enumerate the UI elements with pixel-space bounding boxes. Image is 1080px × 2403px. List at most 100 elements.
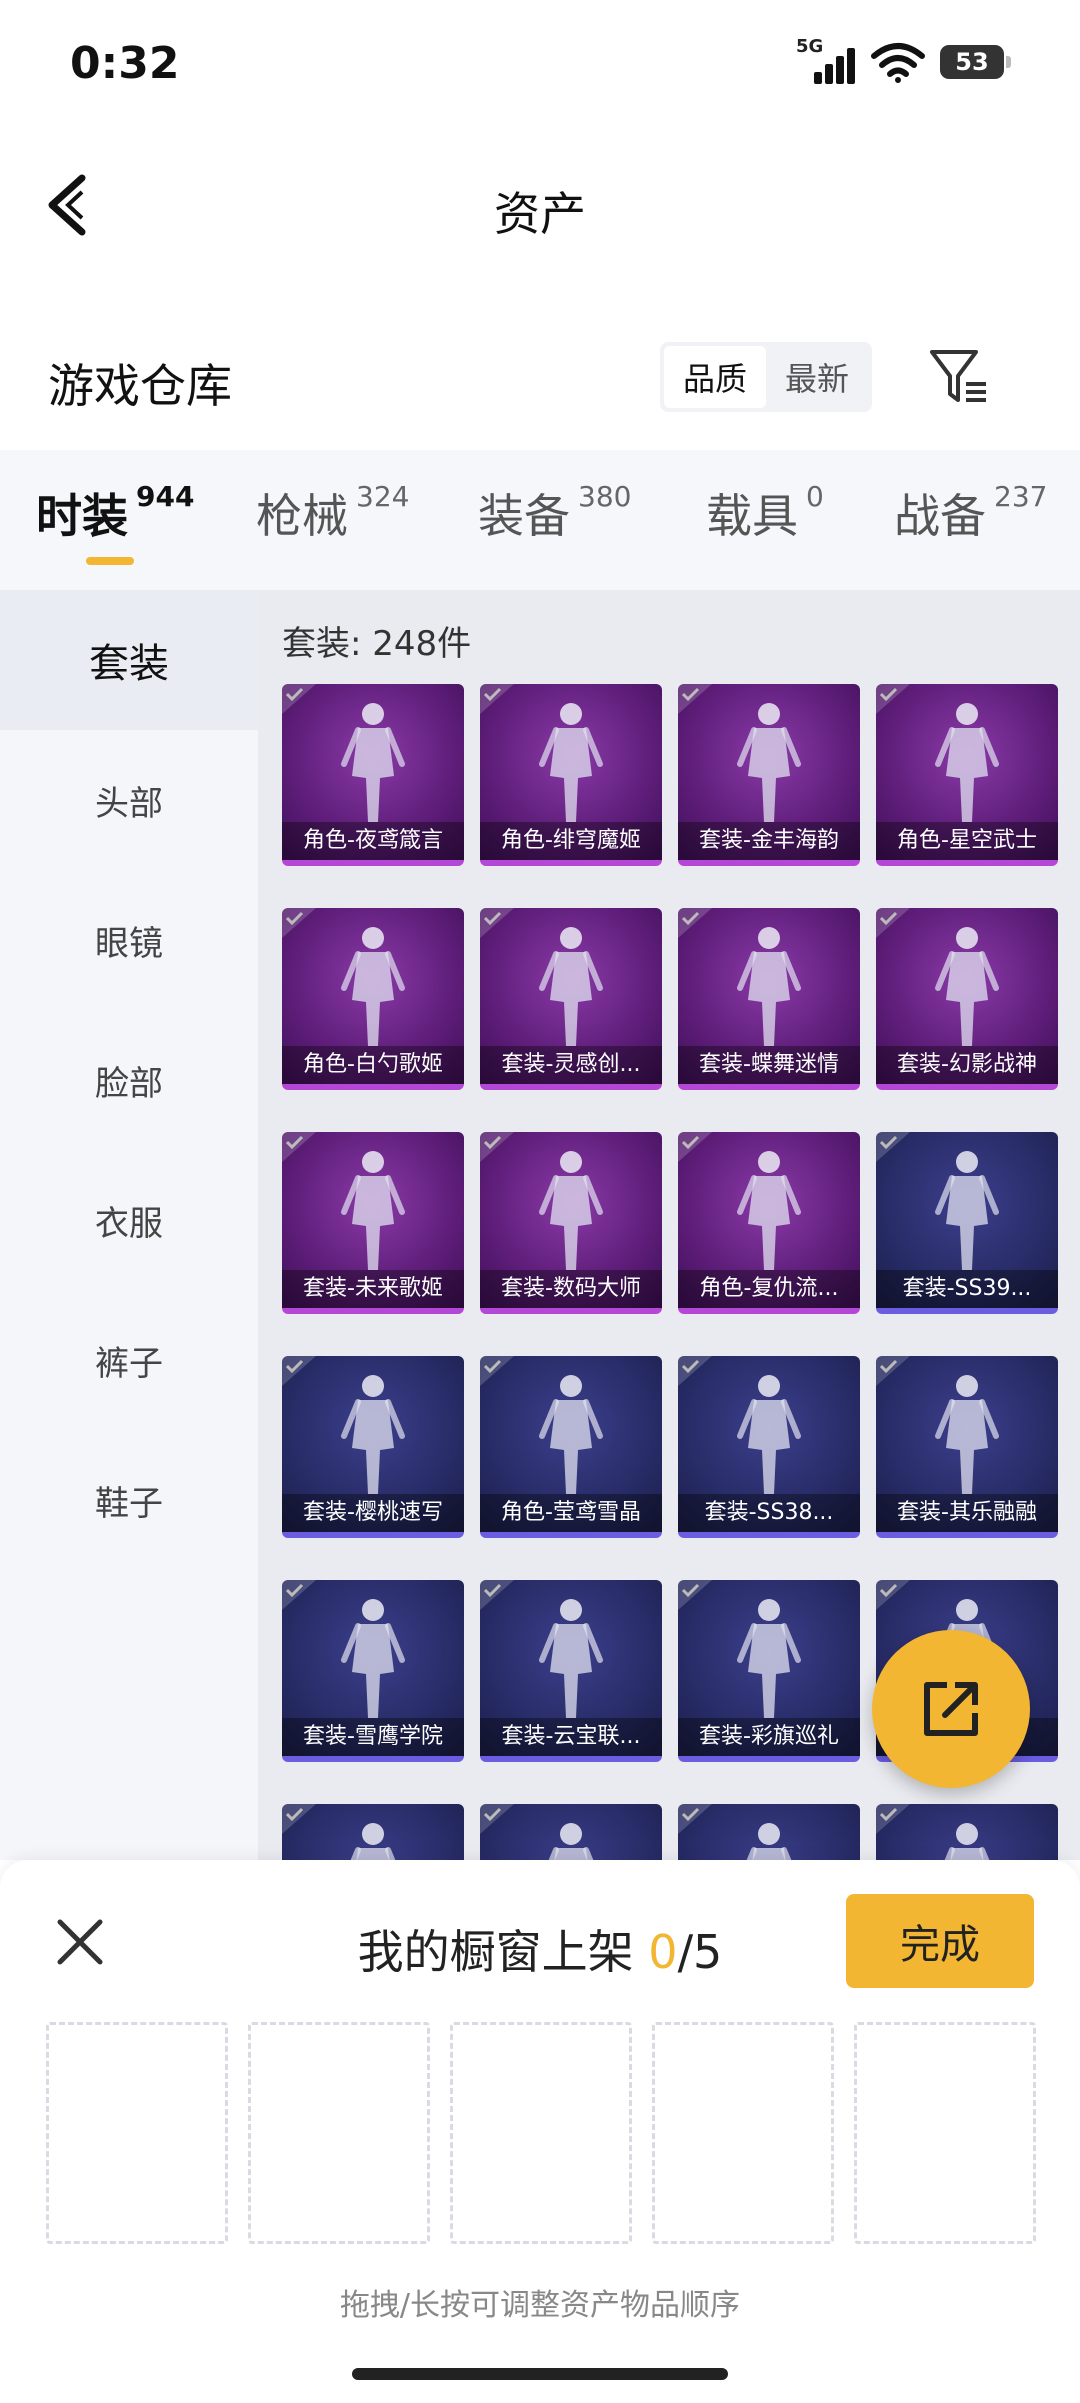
- side-item-pants[interactable]: 裤子: [0, 1290, 258, 1430]
- item-card[interactable]: 套装-蝶舞迷情: [678, 908, 860, 1090]
- item-card[interactable]: 套装-SS39...: [876, 1132, 1058, 1314]
- outfit-figure-icon: [737, 1375, 801, 1494]
- item-card[interactable]: [282, 1804, 464, 1860]
- item-card[interactable]: 套装-金丰海韵: [678, 684, 860, 866]
- item-label: 角色-夜鸢箴言: [282, 822, 464, 860]
- tab-guns[interactable]: 枪械 324: [256, 480, 409, 546]
- check-icon: [480, 1580, 514, 1610]
- item-card[interactable]: 角色-绯穹魔姬: [480, 684, 662, 866]
- battery-icon: 53: [940, 45, 1011, 79]
- item-card[interactable]: 套装-SS38...: [678, 1356, 860, 1538]
- check-icon: [678, 1132, 712, 1162]
- item-label: 套装-灵感创...: [480, 1046, 662, 1084]
- outfit-figure-icon: [935, 1151, 999, 1270]
- active-tab-indicator: [86, 557, 134, 565]
- done-button[interactable]: 完成: [846, 1894, 1034, 1988]
- item-label: 套装-未来歌姬: [282, 1270, 464, 1308]
- check-icon: [282, 908, 316, 938]
- item-card[interactable]: 角色-复仇流...: [678, 1132, 860, 1314]
- item-card[interactable]: 套装-彩旗巡礼: [678, 1580, 860, 1762]
- item-label: 套装-金丰海韵: [678, 822, 860, 860]
- item-card[interactable]: 角色-白勺歌姬: [282, 908, 464, 1090]
- item-card[interactable]: 套装-云宝联...: [480, 1580, 662, 1762]
- check-icon: [876, 1356, 910, 1386]
- wifi-icon: [871, 43, 925, 83]
- tab-vehicles[interactable]: 载具 0: [706, 480, 824, 546]
- tab-supplies[interactable]: 战备 237: [894, 480, 1047, 546]
- side-menu: 套装 头部 眼镜 脸部 衣服 裤子 鞋子: [0, 590, 258, 1860]
- item-card[interactable]: 角色-星空武士: [876, 684, 1058, 866]
- share-button[interactable]: [872, 1630, 1030, 1788]
- network-type: 5G: [796, 36, 824, 57]
- status-icons: 5G 53: [796, 36, 1011, 84]
- outfit-figure-icon: [737, 927, 801, 1046]
- tab-fashion[interactable]: 时装 944: [36, 480, 194, 546]
- item-card[interactable]: 套装-雪鹰学院: [282, 1580, 464, 1762]
- item-label: 套装-蝶舞迷情: [678, 1046, 860, 1084]
- check-icon: [678, 908, 712, 938]
- item-label: 角色-白勺歌姬: [282, 1046, 464, 1084]
- item-label: 套装-数码大师: [480, 1270, 662, 1308]
- outfit-figure-icon: [737, 1151, 801, 1270]
- outfit-figure-icon: [746, 1823, 792, 1860]
- outfit-figure-icon: [539, 1151, 603, 1270]
- check-icon: [480, 908, 514, 938]
- outfit-figure-icon: [341, 1375, 405, 1494]
- item-card[interactable]: [678, 1804, 860, 1860]
- item-card[interactable]: 角色-夜鸢箴言: [282, 684, 464, 866]
- item-card[interactable]: 套装-未来歌姬: [282, 1132, 464, 1314]
- side-item-face[interactable]: 脸部: [0, 1010, 258, 1150]
- reorder-hint: 拖拽/长按可调整资产物品顺序: [339, 2288, 741, 2323]
- check-icon: [678, 1580, 712, 1610]
- check-icon: [480, 684, 514, 714]
- tab-label: 装备: [478, 489, 570, 543]
- check-icon: [876, 1804, 910, 1834]
- outfit-figure-icon: [539, 927, 603, 1046]
- sort-option-quality[interactable]: 品质: [664, 346, 766, 408]
- filter-icon[interactable]: [926, 344, 992, 410]
- section-header: 游戏仓库 品质 最新: [0, 330, 1080, 430]
- side-item-shoes[interactable]: 鞋子: [0, 1430, 258, 1570]
- showcase-slot[interactable]: [46, 2022, 228, 2244]
- showcase-slot[interactable]: [652, 2022, 834, 2244]
- showcase-slot[interactable]: [248, 2022, 430, 2244]
- check-icon: [480, 1356, 514, 1386]
- check-icon: [282, 1580, 316, 1610]
- item-card[interactable]: [480, 1804, 662, 1860]
- side-item-head[interactable]: 头部: [0, 730, 258, 870]
- item-label: 套装-彩旗巡礼: [678, 1718, 860, 1756]
- tab-count: 944: [136, 480, 195, 513]
- item-label: 套装-云宝联...: [480, 1718, 662, 1756]
- outfit-figure-icon: [737, 703, 801, 822]
- outfit-figure-icon: [935, 703, 999, 822]
- side-item-glasses[interactable]: 眼镜: [0, 870, 258, 1010]
- item-card[interactable]: 套装-樱桃速写: [282, 1356, 464, 1538]
- item-card[interactable]: 套装-幻影战神: [876, 908, 1058, 1090]
- share-icon: [924, 1682, 978, 1736]
- section-title: 游戏仓库: [48, 359, 232, 413]
- item-card[interactable]: 套装-其乐融融: [876, 1356, 1058, 1538]
- showcase-title-text: 我的橱窗上架: [357, 1925, 634, 1979]
- item-label: 套装-SS38...: [678, 1494, 860, 1532]
- side-item-sets[interactable]: 套装: [0, 590, 258, 730]
- showcase-current-count: 0: [648, 1925, 678, 1979]
- tab-count: 237: [994, 480, 1048, 513]
- check-icon: [876, 908, 910, 938]
- item-card[interactable]: 套装-灵感创...: [480, 908, 662, 1090]
- item-card[interactable]: [876, 1804, 1058, 1860]
- tab-equipment[interactable]: 装备 380: [478, 480, 631, 546]
- sort-option-latest[interactable]: 最新: [766, 346, 868, 408]
- tab-label: 时装: [36, 489, 128, 543]
- tab-label: 载具: [706, 489, 798, 543]
- home-indicator: [352, 2368, 728, 2380]
- outfit-figure-icon: [935, 927, 999, 1046]
- showcase-slot[interactable]: [854, 2022, 1036, 2244]
- tab-count: 0: [806, 480, 824, 513]
- item-card[interactable]: 角色-莹鸢雪晶: [480, 1356, 662, 1538]
- item-label: 套装-幻影战神: [876, 1046, 1058, 1084]
- check-icon: [282, 1132, 316, 1162]
- tab-label: 战备: [894, 489, 986, 543]
- item-card[interactable]: 套装-数码大师: [480, 1132, 662, 1314]
- side-item-clothes[interactable]: 衣服: [0, 1150, 258, 1290]
- showcase-slot[interactable]: [450, 2022, 632, 2244]
